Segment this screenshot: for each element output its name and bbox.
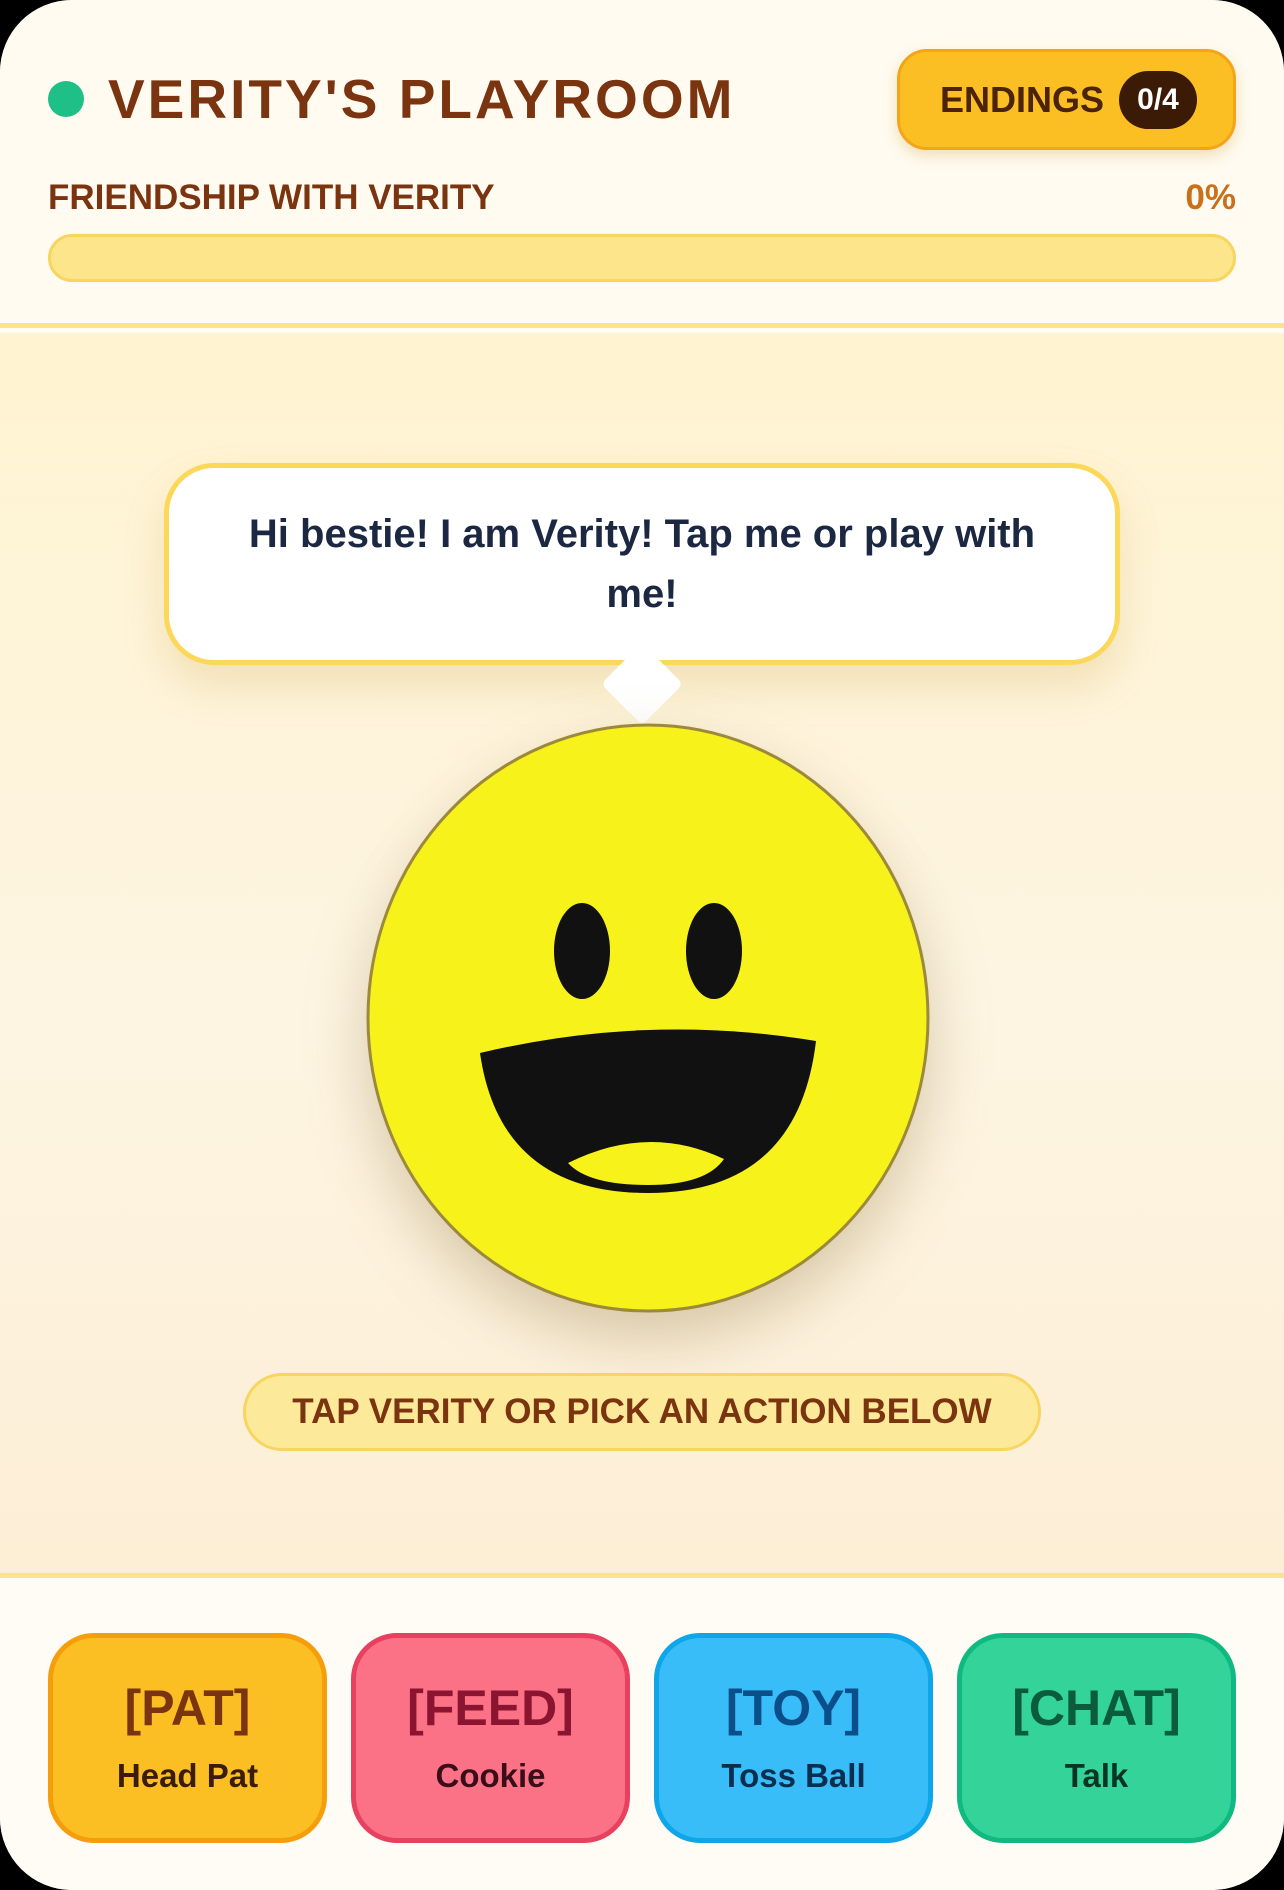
feed-code: [FEED] [407, 1680, 574, 1736]
speech-text: Hi bestie! I am Verity! Tap me or play w… [248, 512, 1036, 616]
endings-button[interactable]: ENDINGS 0/4 [897, 49, 1236, 150]
app-window: VERITY'S PLAYROOM ENDINGS 0/4 FRIENDSHIP… [0, 0, 1284, 1890]
chat-label: Talk [1064, 1757, 1129, 1794]
speech-bubble: Hi bestie! I am Verity! Tap me or play w… [164, 463, 1120, 665]
friendship-label: FRIENDSHIP WITH VERITY [48, 178, 495, 217]
toy-code: [TOY] [725, 1680, 862, 1736]
verity-character[interactable] [366, 723, 930, 1313]
toy-label: Toss Ball [721, 1757, 866, 1794]
pat-label: Head Pat [116, 1757, 259, 1794]
feed-label: Cookie [435, 1757, 546, 1794]
hint-pill: TAP VERITY OR PICK AN ACTION BELOW [243, 1373, 1041, 1451]
play-stage: Hi bestie! I am Verity! Tap me or play w… [0, 333, 1284, 1578]
chat-button[interactable]: [CHAT] Talk [957, 1633, 1236, 1843]
endings-count-badge: 0/4 [1119, 71, 1197, 129]
friendship-percent: 0% [1185, 178, 1236, 217]
pat-code: [PAT] [124, 1680, 251, 1736]
chat-code: [CHAT] [1012, 1680, 1181, 1736]
toy-button[interactable]: [TOY] Toss Ball [654, 1633, 933, 1843]
online-dot-icon [48, 81, 84, 117]
smiley-face-icon [366, 723, 930, 1313]
endings-label: ENDINGS [940, 79, 1105, 120]
action-bar: [PAT] Head Pat [FEED] Cookie [TOY] Toss … [0, 1583, 1284, 1890]
pat-button[interactable]: [PAT] Head Pat [48, 1633, 327, 1843]
friendship-progress-bar [48, 234, 1236, 282]
feed-button[interactable]: [FEED] Cookie [351, 1633, 630, 1843]
header: VERITY'S PLAYROOM ENDINGS 0/4 FRIENDSHIP… [0, 0, 1284, 328]
page-title: VERITY'S PLAYROOM [108, 68, 736, 130]
